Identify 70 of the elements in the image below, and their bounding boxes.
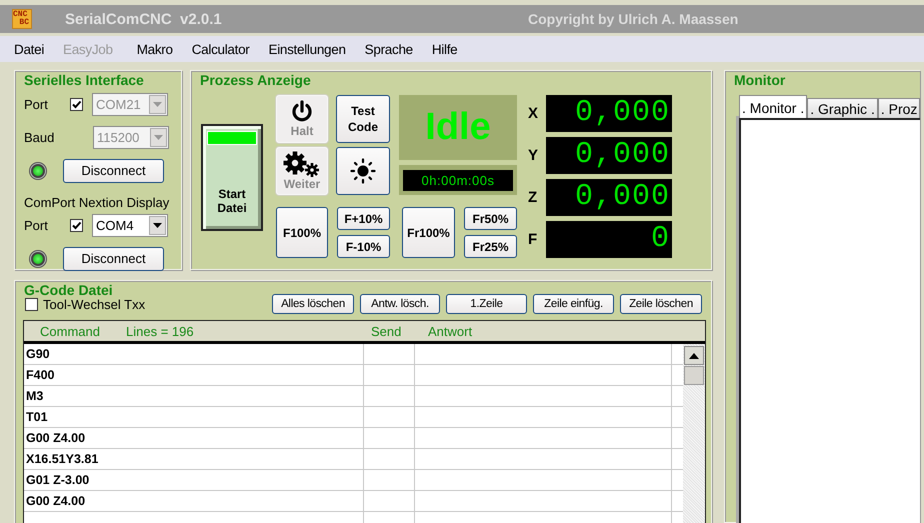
port-label: Port — [24, 97, 49, 112]
position-display: 0,000 — [546, 179, 672, 216]
port-dropdown[interactable]: COM4 — [92, 214, 168, 237]
scrollbar[interactable] — [683, 344, 705, 523]
menu-item[interactable]: Calculator — [186, 38, 256, 60]
menu-item[interactable]: Sprache — [358, 38, 419, 60]
menu-item[interactable]: Makro — [130, 38, 179, 60]
toolbar-button[interactable]: Zeile einfüg. — [533, 294, 614, 314]
group-title: Monitor — [732, 72, 788, 88]
menu-item[interactable]: Einstellungen — [262, 38, 352, 60]
group-title: G-Code Datei — [22, 282, 115, 298]
table-cell: F400 — [24, 365, 364, 385]
column-header: Antwort — [428, 324, 472, 338]
table-cell: T01 — [24, 407, 364, 427]
copyright-text: Copyright by Ulrich A. Maassen — [528, 11, 738, 27]
gears-icon — [283, 151, 321, 177]
app-logo-icon: CNC BC — [12, 9, 32, 29]
menu-item[interactable]: Datei — [8, 38, 50, 60]
menu-item[interactable]: Hilfe — [426, 38, 464, 60]
axis-label: X — [528, 105, 540, 122]
table-cell: M3 — [24, 386, 364, 406]
toolbar-button[interactable]: Alles löschen — [272, 294, 354, 314]
disconnect-button[interactable]: Disconnect — [63, 246, 164, 270]
control-button[interactable]: Test Code — [336, 95, 390, 143]
column-header: Command — [40, 324, 101, 338]
position-display: 0,000 — [546, 137, 672, 174]
section-label: ComPort Nextion Display — [24, 195, 170, 210]
feed-button[interactable]: F100% — [276, 207, 328, 258]
axis-label: Y — [528, 147, 540, 164]
port-label: Port — [24, 218, 49, 233]
column-header: Send — [371, 324, 402, 338]
toolbar-button[interactable]: 1.Zeile — [446, 294, 527, 314]
position-display: 0,000 — [546, 95, 672, 132]
start-button[interactable]: Start Datei — [201, 124, 263, 231]
table-cell: G00 Z4.00 — [24, 428, 364, 448]
feed-button[interactable]: F+10% — [337, 207, 390, 230]
scroll-up-icon — [689, 352, 699, 358]
toolbar-button[interactable]: Zeile löschen — [620, 294, 702, 314]
table-cell: X16.51Y3.81 — [24, 449, 364, 469]
baud-label: Baud — [24, 130, 56, 145]
tab[interactable]: . Graphic . — [807, 98, 878, 118]
feed-button[interactable]: F-10% — [337, 235, 390, 258]
tab[interactable]: . Proz — [878, 98, 920, 118]
table-cell: G90 — [24, 344, 364, 364]
disconnect-button[interactable]: Disconnect — [63, 158, 164, 182]
group-title: Prozess Anzeige — [198, 72, 313, 88]
axis-label: F — [528, 231, 538, 248]
feed-button[interactable]: Fr50% — [464, 207, 517, 230]
timer-display: 0h:00m:00s — [403, 170, 513, 190]
table-cell: G00 Z4.00 — [24, 491, 364, 511]
feed-button[interactable]: Fr100% — [402, 207, 455, 258]
port-checkbox[interactable] — [70, 219, 83, 232]
tool-change-checkbox[interactable] — [25, 298, 38, 310]
column-header: Lines = 196 — [126, 324, 195, 338]
indicator-bar — [207, 131, 257, 145]
scroll-thumb[interactable] — [684, 366, 704, 385]
feed-button[interactable]: Fr25% — [464, 235, 517, 258]
status-display: Idle — [399, 95, 517, 160]
window-title: SerialComCNC v2.0.1 — [65, 10, 223, 28]
table-cell: G01 Z-3.00 — [24, 470, 364, 490]
power-icon — [290, 100, 314, 124]
toolbar-button[interactable]: Antw. lösch. — [360, 294, 440, 314]
sun-icon — [350, 158, 376, 184]
checkbox-label: Tool-Wechsel Txx — [43, 296, 146, 312]
position-display: 0 — [546, 221, 672, 258]
axis-label: Z — [528, 189, 538, 206]
port-checkbox[interactable] — [70, 98, 83, 111]
group-title: Serielles Interface — [22, 72, 146, 88]
icon-button[interactable] — [336, 147, 390, 195]
tab[interactable]: . Monitor . — [739, 95, 808, 118]
